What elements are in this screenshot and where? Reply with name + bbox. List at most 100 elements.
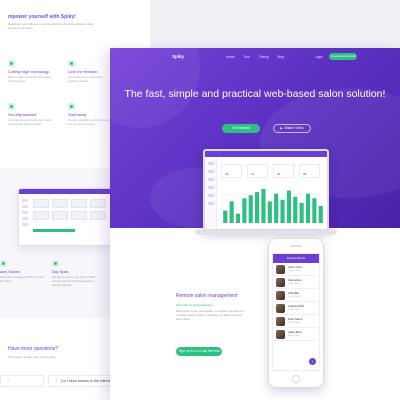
feature-day-spas: Day Spas Manage the guests, pay, sale of… [52, 260, 98, 287]
nav-item-tour[interactable]: Tour [244, 55, 250, 59]
chart-bar [318, 206, 323, 223]
phone-screen: Recent Clients Arlene Sims 10:00 - 12:30 … [272, 253, 320, 371]
feature-icon [8, 60, 15, 67]
main-nav: Home Tour Pricing Blog [226, 55, 284, 59]
mini-dashboard-cells [33, 199, 106, 220]
feature-cutting-edge: Cutting edge technology Built on modern … [8, 60, 54, 84]
phone-speaker [290, 245, 302, 247]
dashboard-stat-card: 05 [221, 164, 242, 178]
avatar [276, 303, 285, 313]
chart-bar [235, 213, 241, 223]
chart-bar [267, 201, 272, 223]
phone-home-button [292, 375, 300, 383]
mini-dashboard-progress [33, 229, 75, 232]
laptop-dashboard-preview: 05 12 03 08 [203, 149, 329, 231]
mini-dashboard-preview [18, 188, 113, 246]
client-row[interactable]: Calvin Beck 14:30 - 15:00 [273, 328, 319, 341]
chart-bar [229, 201, 234, 223]
mini-dashboard-header [19, 189, 112, 194]
feature-icon [0, 260, 7, 267]
feature-icon [8, 103, 15, 110]
dashboard-stat-card: 08 [299, 164, 320, 178]
play-icon: ▶ [280, 126, 283, 130]
brand-logo[interactable]: Spiky [172, 54, 184, 59]
feature-title: Love the freedom [68, 70, 98, 74]
feature-beauty-salons: auty Salons Appointment booking and clie… [0, 260, 46, 284]
client-time: 14:30 - 15:00 [288, 335, 300, 337]
mini-dashboard-sidebar [22, 199, 30, 226]
chart-bar [299, 202, 304, 223]
avatar [276, 290, 285, 300]
showcase-canvas: mpower yourself with Spiky! Redefined yo… [0, 0, 400, 400]
client-name: Arlene Sims [288, 266, 302, 269]
feature-title: Start today [68, 113, 87, 117]
feature-start-today: Start today We are so confident you'll l… [68, 103, 114, 127]
client-name: Rose Salons [288, 318, 303, 321]
dashboard-topbar [205, 151, 327, 157]
chart-bar [305, 193, 311, 223]
client-time: 10:00 - 12:30 [288, 270, 300, 272]
feature-icon [68, 103, 75, 110]
get-started-button[interactable]: Get Started [222, 124, 260, 133]
nav-item-blog[interactable]: Blog [277, 55, 283, 59]
feature-desc: Your data is in good hands, your client'… [8, 119, 53, 126]
remote-section-subtitle: Work with no strings attached [176, 303, 213, 307]
right-page: Spiky Home Tour Pricing Blog Login Creat… [110, 48, 400, 400]
nav-item-home[interactable]: Home [226, 55, 235, 59]
add-client-button[interactable]: + [309, 358, 316, 365]
client-time: 12:30 - 13:00 [288, 283, 300, 285]
client-name: Kate Adams [288, 279, 302, 282]
watch-video-label: Watch Video [284, 126, 304, 130]
feature-desc: Built on modern cloud tech & the latest … [8, 76, 51, 83]
chart-bar [242, 198, 247, 223]
feature-title: Day Spas [52, 270, 69, 274]
feature-desc: We are so confident you'll love it we gi… [68, 119, 113, 126]
feature-title: Cutting edge technology [8, 70, 49, 74]
chart-bar [280, 199, 285, 223]
dashboard-stat-card: 12 [247, 164, 268, 178]
watch-video-button[interactable]: ▶ Watch Video [273, 124, 311, 133]
questions-subtitle: One system to take care of everything [8, 355, 56, 359]
feature-desc: Manage the guests, pay, sale of health s… [52, 276, 95, 287]
feature-icon [52, 260, 59, 267]
feature-freedom: Love the freedom It is mobile so you can… [68, 60, 114, 84]
dashboard-sidebar [205, 157, 217, 229]
client-name: Calvin Beck [288, 331, 302, 334]
feature-icon [68, 60, 75, 67]
feature-title: Security assured [8, 113, 37, 117]
client-time: 13:30 - 14:00 [288, 309, 300, 311]
avatar [276, 329, 285, 339]
plus-icon: + [55, 379, 58, 383]
chart-bar [286, 190, 291, 223]
login-link[interactable]: Login [315, 55, 323, 59]
feature-desc: It is mobile so you can access it anywhe… [68, 76, 104, 83]
client-row[interactable]: Aida Mills 13:00 - 13:30 [273, 289, 319, 302]
client-time: 14:00 - 14:30 [288, 322, 300, 324]
feature-desc: Appointment booking and client records f… [0, 276, 44, 283]
phone-header: Recent Clients [273, 254, 319, 263]
client-name: Aida Mills [288, 292, 300, 295]
phone-app-preview: Recent Clients Arlene Sims 10:00 - 12:30 … [268, 238, 324, 388]
dashboard-bar-chart [221, 189, 325, 223]
left-heading: mpower yourself with Spiky! [8, 14, 76, 20]
feature-security: Security assured Your data is in good ha… [8, 103, 54, 127]
chart-bar [223, 210, 228, 223]
client-row[interactable]: Kate Adams 12:30 - 13:00 [273, 276, 319, 289]
client-row[interactable]: Arlene Sims 10:00 - 12:30 [273, 263, 319, 276]
client-row[interactable]: Rose Salons 14:00 - 14:30 [273, 315, 319, 328]
faq-item[interactable]: + [0, 375, 44, 387]
client-name: Leland Hobbs [288, 305, 305, 308]
client-time: 13:00 - 13:30 [288, 296, 300, 298]
nav-item-pricing[interactable]: Pricing [259, 55, 269, 59]
dashboard-stat-card: 03 [273, 164, 294, 178]
hero-title: The fast, simple and practical web-based… [124, 88, 386, 100]
chart-bar [261, 189, 266, 223]
remote-section-title: Remote salon management [176, 293, 238, 299]
feature-title: auty Salons [0, 270, 20, 274]
free-trial-button[interactable]: Sign up for a 14 day free trial [176, 347, 222, 356]
questions-title: Have more questions? [8, 346, 59, 352]
left-subtext: Redefined your software a new generation… [8, 22, 94, 31]
chart-bar [248, 195, 253, 223]
create-account-button[interactable]: Create an account [329, 53, 357, 60]
client-row[interactable]: Leland Hobbs 13:30 - 14:00 [273, 302, 319, 315]
